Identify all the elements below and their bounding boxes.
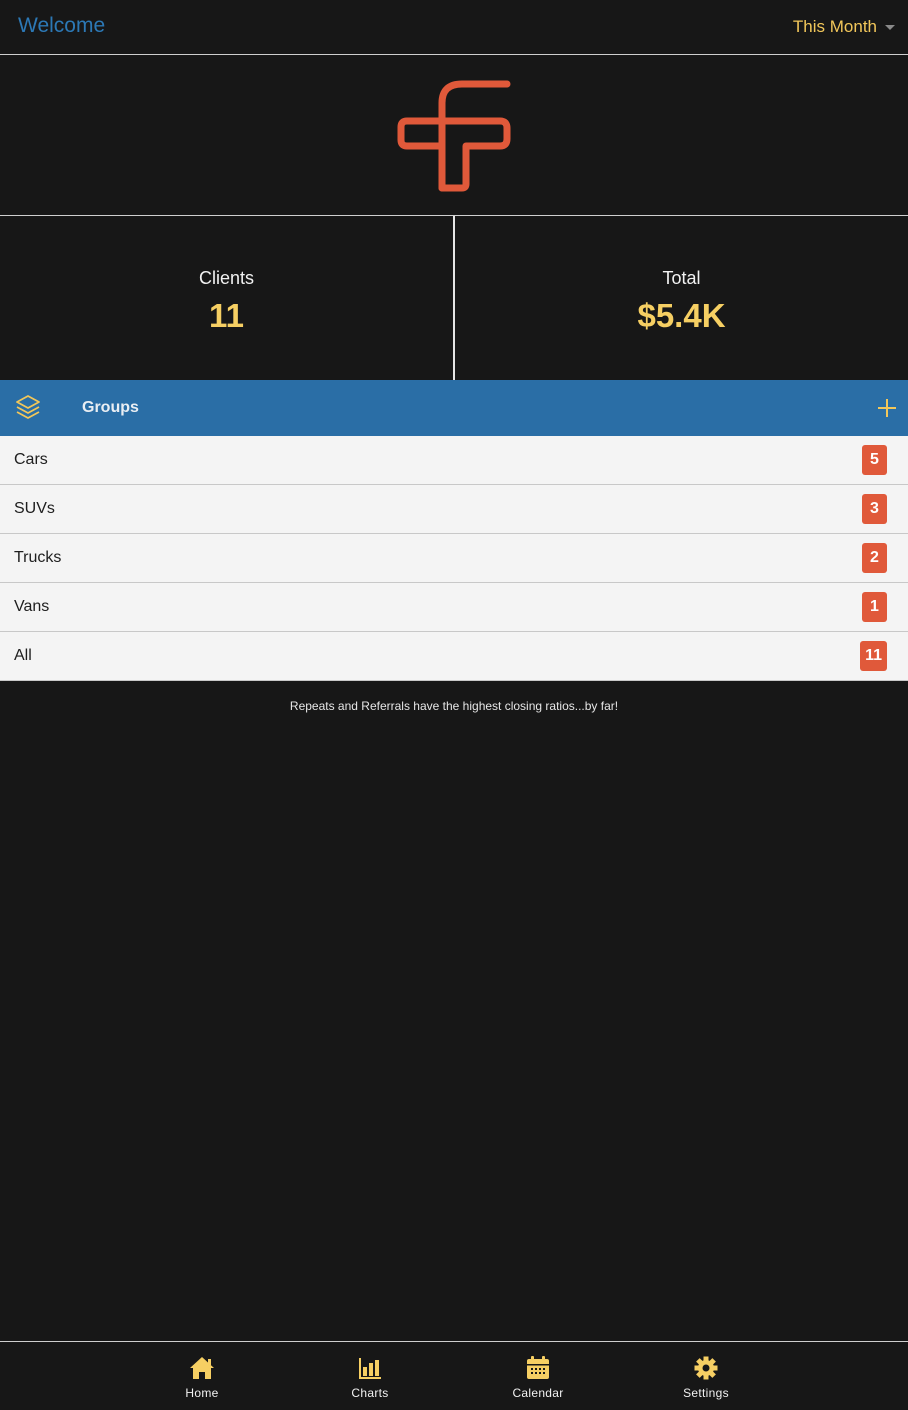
count-badge: 3 xyxy=(862,494,887,524)
count-badge: 11 xyxy=(860,641,887,671)
clients-stat: Clients 11 xyxy=(0,216,455,380)
tab-charts[interactable]: Charts xyxy=(320,1356,420,1400)
count-badge: 2 xyxy=(862,543,887,573)
bottom-tab-bar: Home Charts Calendar Settings xyxy=(0,1341,908,1410)
list-item-label: Vans xyxy=(14,598,50,615)
stats-panel: Clients 11 Total $5.4K xyxy=(0,216,908,380)
list-item-trucks[interactable]: Trucks 2 xyxy=(0,534,908,583)
list-item-label: Cars xyxy=(14,451,48,468)
list-item-suvs[interactable]: SUVs 3 xyxy=(0,485,908,534)
period-label: This Month xyxy=(792,17,877,36)
total-label: Total xyxy=(662,268,701,288)
clients-label: Clients xyxy=(198,268,255,288)
gear-icon xyxy=(694,1356,718,1380)
list-item-vans[interactable]: Vans 1 xyxy=(0,583,908,632)
logo-area xyxy=(0,56,908,216)
bar-chart-icon xyxy=(359,1358,381,1379)
chevron-down-icon xyxy=(885,24,895,30)
layers-icon xyxy=(16,395,40,419)
home-icon xyxy=(190,1357,214,1379)
add-group-icon[interactable] xyxy=(876,397,898,419)
tab-settings[interactable]: Settings xyxy=(656,1356,756,1400)
calendar-icon xyxy=(527,1356,549,1379)
tab-calendar-label: Calendar xyxy=(512,1386,564,1400)
count-badge: 5 xyxy=(862,445,887,475)
list-item-label: SUVs xyxy=(14,500,55,517)
tab-charts-label: Charts xyxy=(351,1386,389,1400)
tab-home[interactable]: Home xyxy=(152,1356,252,1400)
period-dropdown[interactable]: This Month xyxy=(793,17,895,37)
tip-text: Repeats and Referrals have the highest c… xyxy=(289,699,619,713)
list-item-label: All xyxy=(14,647,32,664)
groups-list: Cars 5 SUVs 3 Trucks 2 Vans 1 All 11 xyxy=(0,436,908,681)
count-badge: 1 xyxy=(862,592,887,622)
tab-home-label: Home xyxy=(185,1386,219,1400)
page-title: Welcome xyxy=(18,14,106,37)
list-item-cars[interactable]: Cars 5 xyxy=(0,436,908,485)
total-value: $5.4K xyxy=(637,297,726,334)
list-item-label: Trucks xyxy=(14,549,62,566)
tab-calendar[interactable]: Calendar xyxy=(488,1356,588,1400)
total-stat: Total $5.4K xyxy=(455,216,908,380)
app-logo-icon xyxy=(397,80,511,192)
tab-settings-label: Settings xyxy=(683,1386,729,1400)
groups-title: Groups xyxy=(82,399,139,416)
top-bar: Welcome This Month xyxy=(0,0,908,55)
clients-value: 11 xyxy=(209,297,244,334)
groups-header: Groups xyxy=(0,380,908,436)
list-item-all[interactable]: All 11 xyxy=(0,632,908,681)
